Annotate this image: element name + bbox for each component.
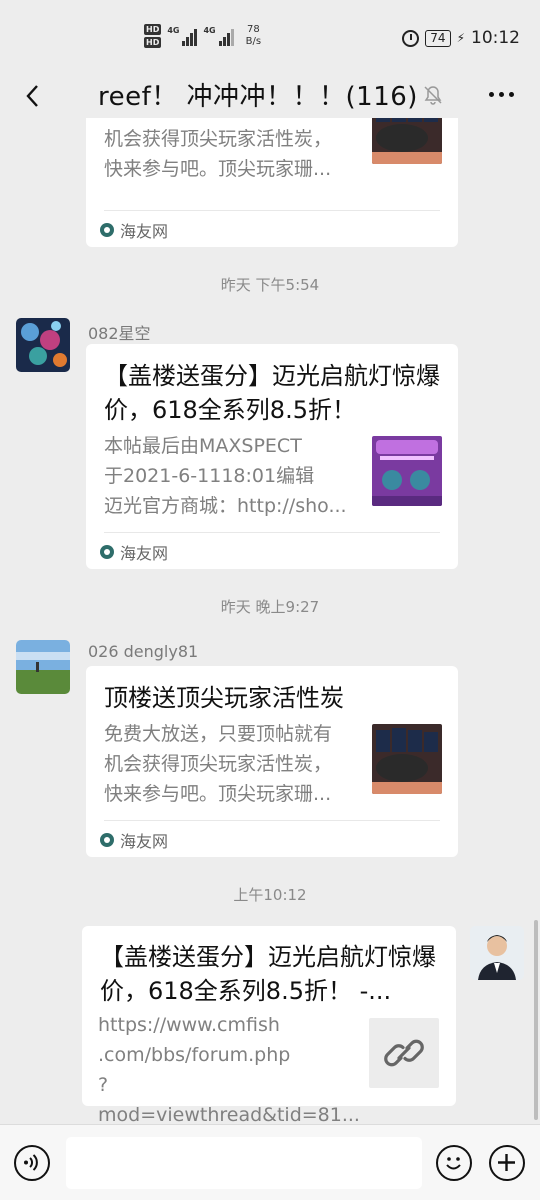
shared-card[interactable]: 【盖楼送蛋分】迈光启航灯惊爆价，618全系列8.5折！ 本帖最后由MAXSPEC… (86, 344, 458, 569)
source-label: 海友网 (120, 832, 169, 851)
card-thumbnail (372, 118, 442, 164)
plus-icon[interactable] (489, 1145, 525, 1181)
card-source: 海友网 (100, 218, 168, 242)
card-description: 免费大放送，只要顶帖就有 机会获得顶尖玩家活性炭， 快来参与吧。顶尖玩家珊... (104, 723, 333, 805)
status-bar: HD HD 4G 4G 78 B/s 74 ⚡ 10:12 (0, 0, 540, 74)
source-logo-icon (100, 223, 114, 237)
card-divider (104, 210, 440, 211)
shared-card[interactable]: 顶楼送顶尖玩家活性炭 免费大放送，只要顶帖就有 机会获得顶尖玩家活性炭， 快来参… (86, 666, 458, 857)
avatar[interactable] (470, 926, 524, 980)
system-status: 74 ⚡ 10:12 (402, 28, 520, 48)
bell-slash-icon (424, 86, 442, 105)
voice-icon[interactable] (14, 1145, 50, 1181)
lightning-bolt-icon: ⚡ (456, 31, 465, 45)
network-type-2: 4G (203, 26, 216, 35)
card-source: 海友网 (100, 540, 168, 564)
speed-unit: B/s (245, 36, 262, 47)
hd-indicators: HD HD (144, 24, 162, 48)
scrollbar[interactable] (534, 920, 538, 1120)
network-type-1: 4G (167, 26, 180, 35)
avatar[interactable] (16, 640, 70, 694)
more-dots-icon[interactable] (489, 92, 514, 97)
network-speed: 78 B/s (246, 24, 261, 48)
input-bar (0, 1124, 540, 1200)
timestamp: 昨天 晚上9:27 (220, 598, 320, 616)
clock: 10:12 (471, 28, 520, 48)
message-list[interactable]: 免费大放送，只要顶帖就有 机会获得顶尖玩家活性炭， 快来参与吧。顶尖玩家珊...… (0, 118, 540, 1124)
shared-card-partial[interactable]: 免费大放送，只要顶帖就有 机会获得顶尖玩家活性炭， 快来参与吧。顶尖玩家珊...… (86, 118, 458, 247)
avatar[interactable] (16, 318, 70, 372)
source-logo-icon (100, 833, 114, 847)
source-label: 海友网 (120, 222, 169, 241)
chain-link-icon (369, 1018, 439, 1088)
emoji-icon[interactable] (436, 1145, 472, 1181)
card-divider (104, 820, 440, 821)
timestamp: 昨天 下午5:54 (220, 276, 320, 294)
link-card[interactable]: 【盖楼送蛋分】迈光启航灯惊爆价，618全系列8.5折！ -... https:/… (82, 926, 456, 1124)
source-label: 海友网 (120, 544, 169, 563)
card-title: 【盖楼送蛋分】迈光启航灯惊爆价，618全系列8.5折！ (104, 362, 440, 424)
card-description: 本帖最后由MAXSPECT 于2021-6-1118:01编辑 迈光官方商城：h… (104, 435, 347, 517)
chevron-left-icon[interactable] (20, 82, 48, 110)
card-thumbnail (372, 436, 442, 506)
battery-level: 74 (425, 29, 451, 47)
card-thumbnail (372, 724, 442, 794)
source-logo-icon (100, 545, 114, 559)
card-title: 【盖楼送蛋分】迈光启航灯惊爆价，618全系列8.5折！ -... (100, 943, 436, 1005)
message-input[interactable] (66, 1137, 422, 1189)
alarm-clock-icon (402, 29, 420, 47)
signal-2-icon: 4G (203, 26, 234, 46)
network-status: HD HD 4G 4G 78 B/s (144, 24, 261, 48)
card-description: 免费大放送，只要顶帖就有 机会获得顶尖玩家活性炭， 快来参与吧。顶尖玩家珊... (104, 118, 333, 180)
card-description: https://www.cmfish .com/bbs/forum.php ?m… (98, 1014, 360, 1124)
signal-1-icon: 4G (167, 26, 198, 46)
hd-badge-2: HD (144, 37, 162, 48)
card-title: 顶楼送顶尖玩家活性炭 (104, 684, 344, 712)
speed-value: 78 (246, 24, 260, 35)
card-source: 海友网 (100, 828, 168, 852)
chat-header: reef！ 冲冲冲！！！(116) (0, 74, 540, 118)
hd-badge-1: HD (144, 24, 162, 35)
chat-title: reef！ 冲冲冲！！！(116) (98, 82, 418, 112)
sender-name: 082星空 (88, 324, 151, 343)
card-divider (104, 532, 440, 533)
timestamp: 上午10:12 (233, 886, 307, 904)
sender-name: 026 dengly81 (88, 642, 199, 661)
